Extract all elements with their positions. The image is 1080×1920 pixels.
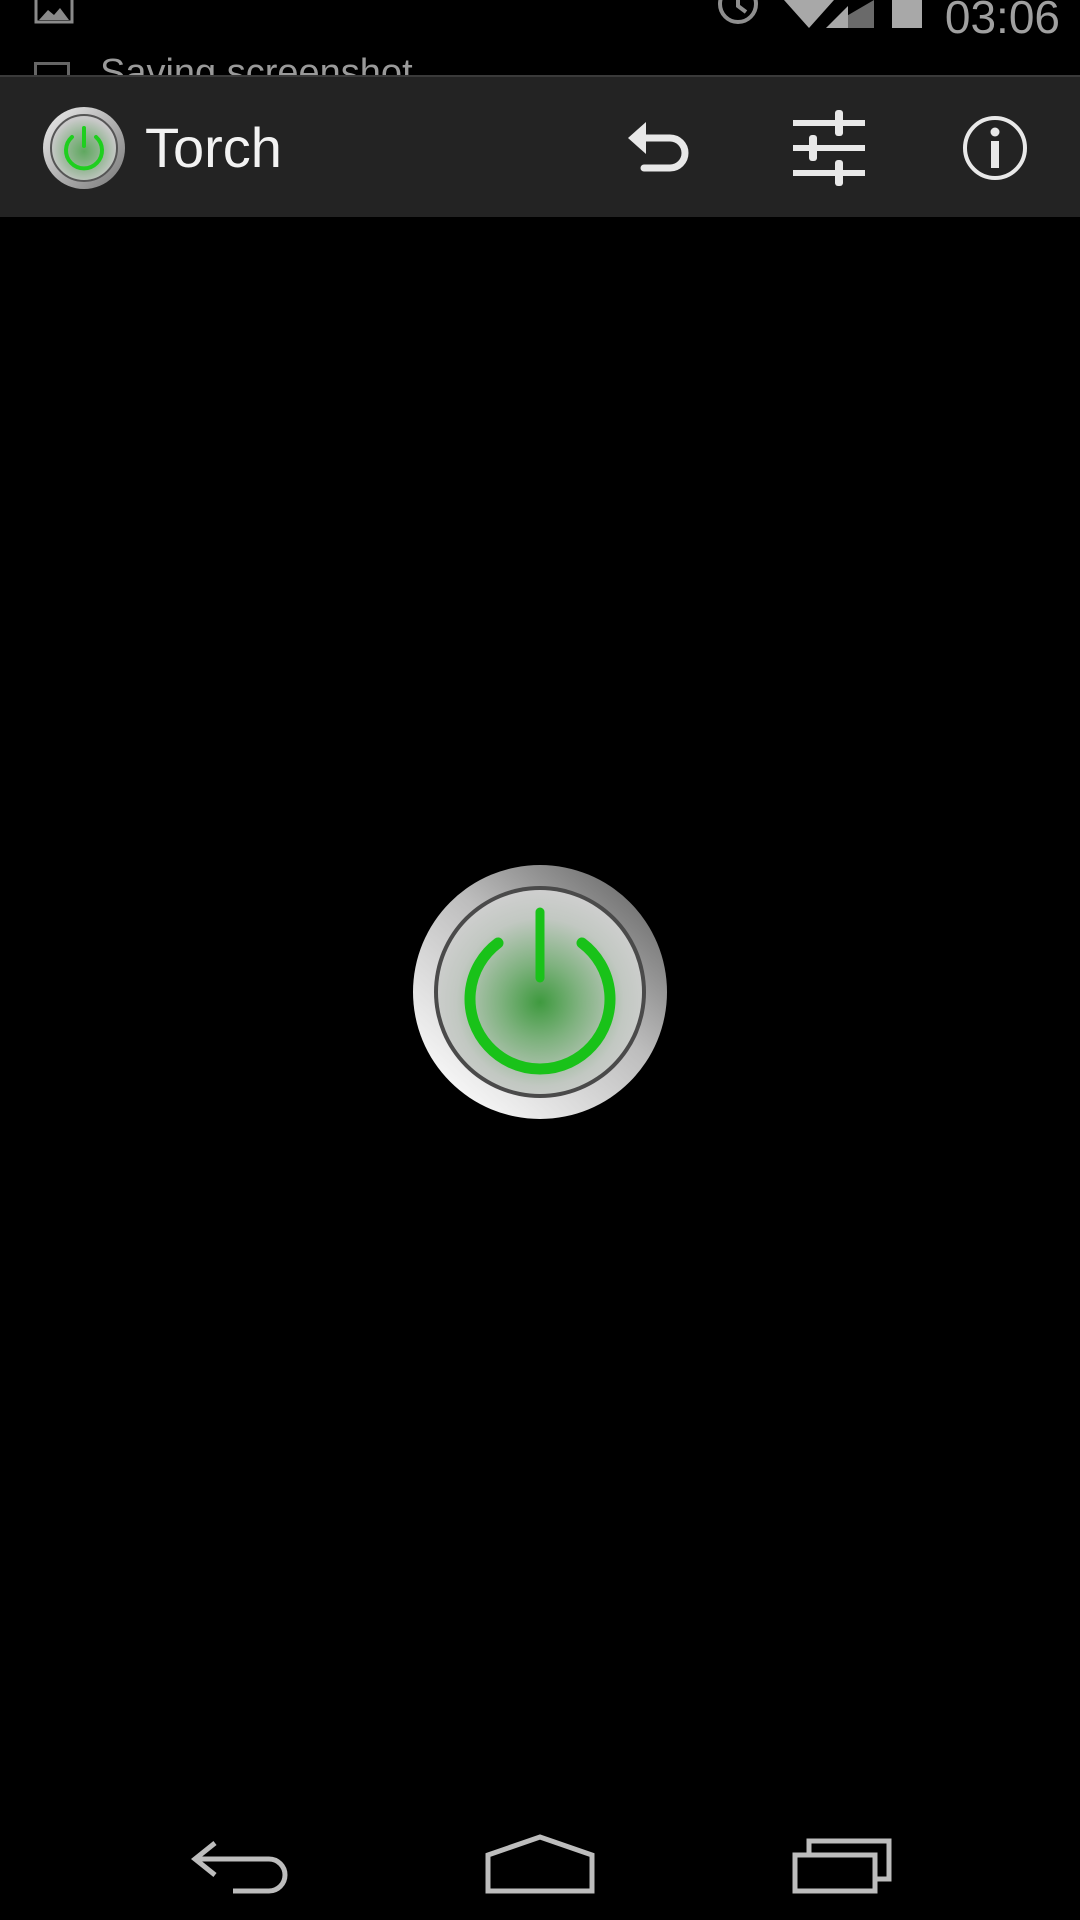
- battery-icon: [892, 0, 922, 28]
- status-bar: Saving screenshot... 03:06: [0, 0, 1080, 75]
- settings-button[interactable]: [784, 103, 874, 193]
- info-icon: [963, 116, 1027, 180]
- signal-icon: [826, 0, 874, 28]
- sliders-icon: [793, 110, 865, 186]
- alarm-icon: [718, 0, 758, 24]
- nav-back-button[interactable]: [170, 1820, 310, 1910]
- undo-button[interactable]: [614, 103, 704, 193]
- back-icon: [190, 1841, 288, 1894]
- action-bar: Torch: [0, 75, 1080, 217]
- navigation-bar: [0, 1800, 1080, 1920]
- info-button[interactable]: [950, 103, 1040, 193]
- app-title: Torch: [145, 116, 282, 179]
- undo-icon: [628, 122, 689, 172]
- power-icon: [413, 865, 667, 1119]
- app-logo-icon: [43, 107, 125, 189]
- notification-checkbox-icon: [34, 62, 70, 75]
- status-clock: 03:06: [944, 0, 1060, 43]
- nav-recents-button[interactable]: [774, 1820, 914, 1910]
- notification-ticker: Saving screenshot...: [100, 52, 445, 75]
- gallery-icon: [34, 0, 74, 24]
- nav-home-button[interactable]: [470, 1820, 610, 1910]
- home-icon: [485, 1834, 595, 1894]
- recents-icon: [792, 1838, 892, 1894]
- power-toggle-button[interactable]: [412, 864, 668, 1120]
